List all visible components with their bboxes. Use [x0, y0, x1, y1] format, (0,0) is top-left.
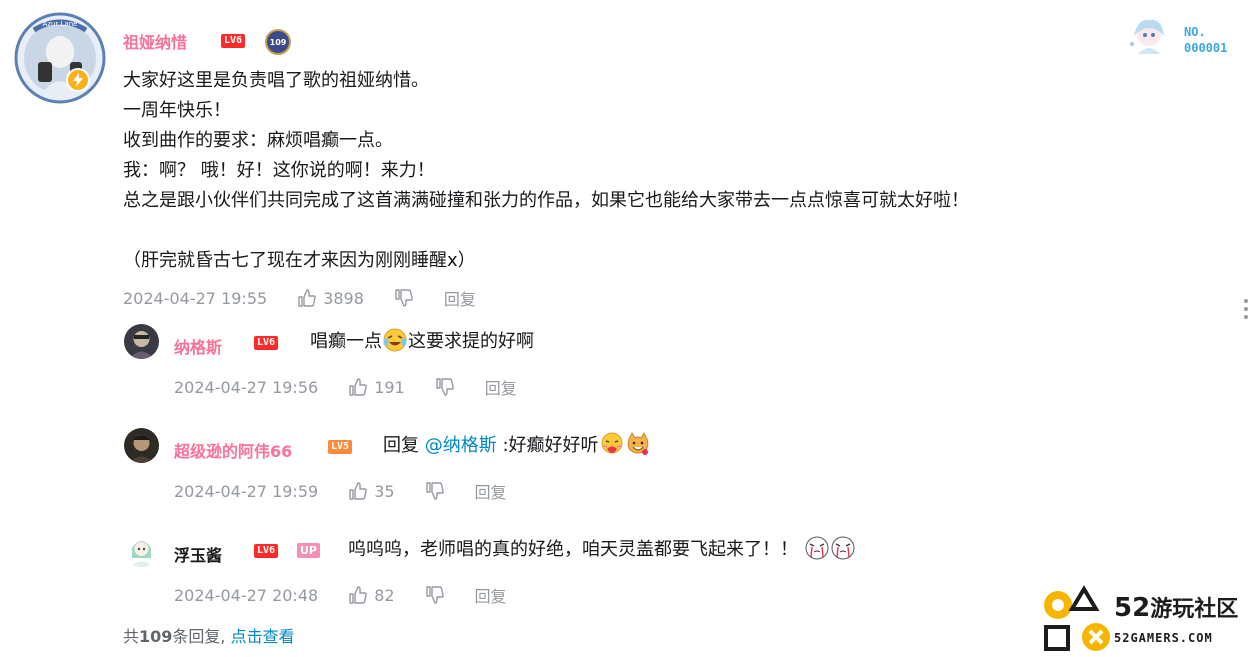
reply-text: 回复 @纳格斯 :好癫好好听	[383, 431, 651, 461]
reply-username[interactable]: 超级逊的阿伟66	[174, 438, 292, 462]
reply-meta: 2024-04-27 19:59 35 回复	[174, 479, 507, 503]
reply-button[interactable]: 回复	[485, 375, 517, 399]
heart-hug-emoji-icon	[601, 432, 623, 454]
comment-line: 总之是跟小伙伴们共同完成了这首满满碰撞和张力的作品，如果它也能给大家带去一点点惊…	[123, 190, 969, 211]
thumbs-down-icon	[425, 482, 444, 500]
reply-meta: 2024-04-27 20:48 82 回复	[174, 583, 507, 607]
thumbs-down-icon	[436, 378, 454, 396]
like-count: 3898	[323, 288, 364, 308]
reply-meta: 2024-04-27 19:56 191 回复	[174, 375, 517, 399]
more-options-icon[interactable]	[1242, 298, 1250, 320]
verified-lightning-icon	[66, 68, 90, 92]
comment-meta: 2024-04-27 19:55 3898 回复	[123, 286, 476, 310]
total-count: 109	[139, 627, 173, 646]
like-button[interactable]: 191	[348, 377, 405, 397]
reply-text: 唱癫一点 这要求提的好啊	[310, 327, 534, 357]
reply-text-part: 唱癫一点	[310, 331, 382, 352]
reply-avatar[interactable]	[124, 532, 159, 567]
nameplate-line-2: 000001	[1184, 41, 1228, 55]
like-count: 191	[374, 377, 405, 397]
main-avatar-frame[interactable]: Azur Lane	[14, 12, 106, 104]
level-badge: LV6	[254, 336, 279, 350]
watermark-cn-text: 游玩社区	[1150, 597, 1239, 622]
reply-button[interactable]: 回复	[475, 583, 507, 607]
reply-button[interactable]: 回复	[444, 286, 476, 310]
dislike-button[interactable]	[394, 288, 414, 308]
comment-time: 2024-04-27 19:55	[123, 288, 268, 308]
reply-prefix: 回复	[383, 435, 419, 456]
total-prefix: 共	[123, 627, 140, 646]
reply-button[interactable]: 回复	[475, 479, 507, 503]
comment-line: 我：啊？ 哦！好！这你说的啊！来力！	[123, 160, 435, 181]
fan-medal-badge: 109	[265, 29, 291, 55]
reply-text-part: 呜呜呜，老师唱的真的好绝，咱天灵盖都要飞起来了！！	[348, 539, 798, 560]
comment-line: 一周年快乐！	[123, 100, 231, 121]
level-badge: LV6	[221, 34, 246, 48]
like-button[interactable]: 82	[348, 585, 395, 605]
mention-link[interactable]: @纳格斯	[425, 435, 497, 456]
comment-line: 大家好这里是负责唱了歌的祖娅纳惜。	[123, 70, 429, 91]
watermark-number: 52	[1114, 593, 1151, 623]
nameplate-character-icon	[1130, 19, 1164, 54]
up-badge: UP	[297, 543, 320, 558]
thumbs-up-icon	[349, 586, 368, 604]
thumbs-up-icon	[298, 289, 317, 307]
dislike-button[interactable]	[435, 377, 455, 397]
like-count: 82	[374, 585, 395, 605]
dislike-button[interactable]	[425, 585, 445, 605]
view-replies-link[interactable]: 点击查看	[231, 627, 295, 646]
tearful-face-emoji-icon	[805, 536, 829, 560]
reply-text-part: :好癫好好听	[502, 435, 599, 456]
reply-summary: 共109条回复, 点击查看	[123, 623, 295, 647]
reply-username[interactable]: 浮玉酱	[174, 542, 222, 566]
reply-text: 呜呜呜，老师唱的真的好绝，咱天灵盖都要飞起来了！！	[348, 535, 856, 565]
watermark-title: 52游玩社区	[1114, 591, 1238, 623]
like-count: 35	[374, 481, 395, 501]
laughing-crying-emoji-icon	[383, 328, 407, 352]
total-suffix: 条回复,	[172, 627, 226, 646]
controller-buttons-icon	[1044, 585, 1110, 651]
reply-avatar[interactable]	[124, 428, 159, 463]
reply-username[interactable]: 纳格斯	[174, 334, 222, 358]
thumbs-up-icon	[349, 482, 368, 500]
thumbs-down-icon	[395, 289, 413, 307]
thumbs-up-icon	[349, 378, 368, 396]
watermark-domain: 52GAMERS.COM	[1114, 631, 1213, 645]
level-badge: LV6	[254, 544, 279, 558]
level-badge: LV5	[328, 440, 353, 454]
nameplate: NO. 000001	[1126, 14, 1246, 62]
thumbs-down-icon	[425, 586, 444, 604]
like-button[interactable]: 3898	[297, 288, 364, 308]
like-button[interactable]: 35	[348, 481, 395, 501]
reply-time: 2024-04-27 19:56	[174, 377, 319, 397]
watermark-logo: 52游玩社区 52GAMERS.COM	[1040, 585, 1256, 653]
reply-avatar[interactable]	[124, 324, 159, 359]
dog-emoji-icon	[627, 431, 648, 455]
avatar-caption: Azur Lane	[42, 20, 78, 28]
comment-line: 收到曲作的要求：麻烦唱癫一点。	[123, 130, 393, 151]
reply-text-part: 这要求提的好啊	[408, 331, 534, 352]
nameplate-line-1: NO.	[1184, 25, 1206, 39]
reply-time: 2024-04-27 19:59	[174, 481, 319, 501]
fan-medal-number: 109	[269, 37, 287, 47]
main-username[interactable]: 祖娅纳惜	[123, 29, 187, 53]
comment-line: （肝完就昏古七了现在才来因为刚刚睡醒x）	[123, 250, 476, 271]
tearful-face-emoji-icon	[831, 536, 855, 560]
dislike-button[interactable]	[425, 481, 445, 501]
reply-time: 2024-04-27 20:48	[174, 585, 319, 605]
nameplate-label: NO. 000001	[1184, 24, 1227, 56]
